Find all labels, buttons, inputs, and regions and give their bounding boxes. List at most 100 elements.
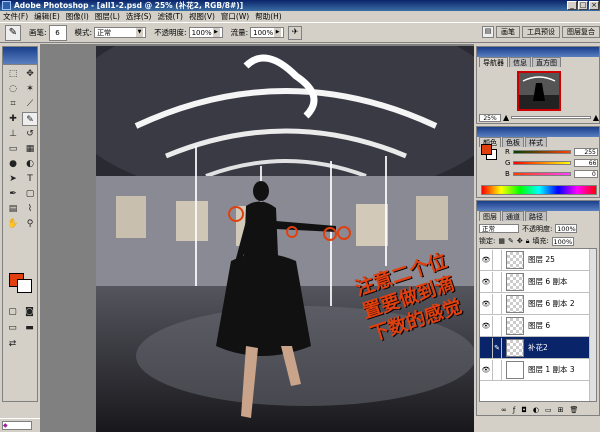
- layer-row[interactable]: 👁︎ 图层 25: [480, 249, 596, 271]
- b-slider[interactable]: [512, 171, 571, 176]
- lasso-tool-icon[interactable]: ◌: [5, 82, 21, 96]
- r-slider[interactable]: [512, 149, 571, 154]
- mode-select[interactable]: 正常 ▼: [94, 27, 147, 38]
- layer-row[interactable]: 👁︎ 图层 6 副本: [480, 271, 596, 293]
- crop-tool-icon[interactable]: ⌗: [5, 97, 21, 111]
- brush-picker[interactable]: 6: [48, 24, 67, 41]
- gradient-tool-icon[interactable]: ▦: [22, 142, 38, 156]
- well-tab-layer-comps[interactable]: 图层复合: [562, 26, 600, 38]
- trash-icon[interactable]: 🗑︎: [569, 406, 578, 414]
- dodge-tool-icon[interactable]: ◐: [22, 157, 38, 171]
- eye-icon[interactable]: 👁︎: [480, 322, 492, 330]
- well-tab-brushes[interactable]: 画笔: [496, 26, 520, 38]
- opacity-field[interactable]: 100% ▶: [188, 27, 223, 38]
- tab-layers[interactable]: 图层: [479, 211, 501, 221]
- menu-select[interactable]: 选择(S): [126, 11, 152, 22]
- zoom-in-icon[interactable]: ▲: [593, 113, 599, 122]
- hand-tool-icon[interactable]: ✋: [5, 217, 21, 231]
- eraser-tool-icon[interactable]: ▭: [5, 142, 21, 156]
- menu-image[interactable]: 图像(I): [66, 11, 89, 22]
- tool-preset-picker[interactable]: ✎: [5, 24, 21, 41]
- eye-icon[interactable]: 👁︎: [480, 366, 492, 374]
- airbrush-toggle[interactable]: ✈: [288, 25, 303, 40]
- magic-wand-tool-icon[interactable]: ✶: [22, 82, 38, 96]
- shape-tool-icon[interactable]: ▢: [22, 187, 38, 201]
- link-slot[interactable]: [492, 315, 502, 336]
- brush-link-icon[interactable]: ✎: [492, 337, 502, 358]
- close-button[interactable]: ×: [589, 1, 599, 10]
- menu-filter[interactable]: 滤镜(T): [158, 11, 183, 22]
- background-color-swatch[interactable]: [17, 279, 32, 293]
- well-tab-tool-presets[interactable]: 工具预设: [522, 26, 560, 38]
- layer-opacity-field[interactable]: 100%: [555, 224, 578, 233]
- menu-layer[interactable]: 图层(L): [95, 11, 120, 22]
- flow-field[interactable]: 100% ▶: [250, 27, 285, 38]
- eyedropper-tool-icon[interactable]: ⌇: [22, 202, 38, 216]
- quick-mask-icon[interactable]: ◙: [22, 305, 37, 319]
- link-layers-icon[interactable]: ∞: [501, 406, 507, 414]
- link-slot[interactable]: [492, 249, 502, 270]
- link-slot[interactable]: [492, 271, 502, 292]
- layer-row[interactable]: 👁︎ 图层 1 副本 3: [480, 359, 596, 381]
- menu-file[interactable]: 文件(F): [3, 11, 28, 22]
- zoom-out-icon[interactable]: ▲: [503, 113, 509, 122]
- new-group-icon[interactable]: ▭: [545, 406, 552, 414]
- layers-scrollbar[interactable]: [589, 249, 596, 401]
- minimize-button[interactable]: _: [567, 1, 577, 10]
- menu-edit[interactable]: 编辑(E): [34, 11, 60, 22]
- r-value[interactable]: 255: [573, 147, 598, 156]
- canvas[interactable]: 注意二个位置要做到滴下数的感觉: [96, 46, 474, 432]
- layer-mask-icon[interactable]: ◘: [521, 406, 527, 414]
- pen-tool-icon[interactable]: ✒: [5, 187, 21, 201]
- notes-tool-icon[interactable]: ▤: [5, 202, 21, 216]
- link-slot[interactable]: [492, 359, 502, 380]
- clone-stamp-tool-icon[interactable]: ⊥: [5, 127, 21, 141]
- path-selection-tool-icon[interactable]: ➤: [5, 172, 21, 186]
- tab-styles[interactable]: 样式: [525, 137, 547, 147]
- tab-histogram[interactable]: 直方图: [532, 57, 561, 67]
- menu-help[interactable]: 帮助(H): [255, 11, 282, 22]
- history-brush-tool-icon[interactable]: ↺: [22, 127, 38, 141]
- lock-all-icon[interactable]: 🔒︎: [526, 237, 530, 246]
- menu-window[interactable]: 窗口(W): [221, 11, 249, 22]
- lock-move-icon[interactable]: ✥: [517, 237, 523, 245]
- link-slot[interactable]: [492, 293, 502, 314]
- brush-tool-icon[interactable]: ✎: [22, 112, 38, 126]
- b-value[interactable]: 0: [573, 169, 598, 178]
- eye-icon[interactable]: 👁︎: [480, 256, 492, 264]
- blur-tool-icon[interactable]: ●: [5, 157, 21, 171]
- tab-navigator[interactable]: 导航器: [479, 57, 508, 67]
- color-foreground-swatch[interactable]: [481, 144, 492, 155]
- zoom-tool-icon[interactable]: ⚲: [22, 217, 38, 231]
- file-browser-icon[interactable]: ▤: [482, 26, 494, 38]
- move-tool-icon[interactable]: ✥: [22, 67, 38, 81]
- healing-brush-tool-icon[interactable]: ✚: [5, 112, 21, 126]
- layer-row[interactable]: 👁︎ 图层 6: [480, 315, 596, 337]
- navigator-thumbnail[interactable]: [517, 71, 561, 111]
- g-value[interactable]: 66: [574, 158, 599, 167]
- layer-style-icon[interactable]: ƒ: [513, 406, 515, 414]
- tab-swatches[interactable]: 色板: [502, 137, 524, 147]
- type-tool-icon[interactable]: T: [22, 172, 38, 186]
- color-spectrum-ramp[interactable]: [481, 185, 597, 195]
- zoom-field[interactable]: 25%: [479, 113, 501, 122]
- fill-field[interactable]: 100%: [551, 236, 574, 246]
- g-slider[interactable]: [513, 160, 572, 165]
- lock-brush-icon[interactable]: ✎: [508, 237, 514, 245]
- eye-icon[interactable]: 👁︎: [480, 278, 492, 286]
- jump-to-imageready-icon[interactable]: ⇄: [5, 337, 20, 351]
- tab-paths[interactable]: 路径: [525, 211, 547, 221]
- layer-row[interactable]: 👁︎ 图层 6 副本 2: [480, 293, 596, 315]
- blend-mode-select[interactable]: 正常: [479, 224, 519, 233]
- new-layer-icon[interactable]: ⊞: [558, 406, 564, 414]
- eye-icon[interactable]: 👁︎: [480, 300, 492, 308]
- maximize-button[interactable]: □: [578, 1, 588, 10]
- screen-mode-standard-icon[interactable]: ▭: [5, 321, 20, 335]
- standard-mode-icon[interactable]: ▢: [5, 305, 20, 319]
- adjustment-layer-icon[interactable]: ◐: [533, 406, 539, 414]
- menu-view[interactable]: 视图(V): [189, 11, 215, 22]
- screen-mode-full-icon[interactable]: ▬: [22, 321, 37, 335]
- zoom-slider[interactable]: [511, 116, 591, 119]
- tab-info[interactable]: 信息: [509, 57, 531, 67]
- layer-row-selected[interactable]: ✎ 补花2: [480, 337, 596, 359]
